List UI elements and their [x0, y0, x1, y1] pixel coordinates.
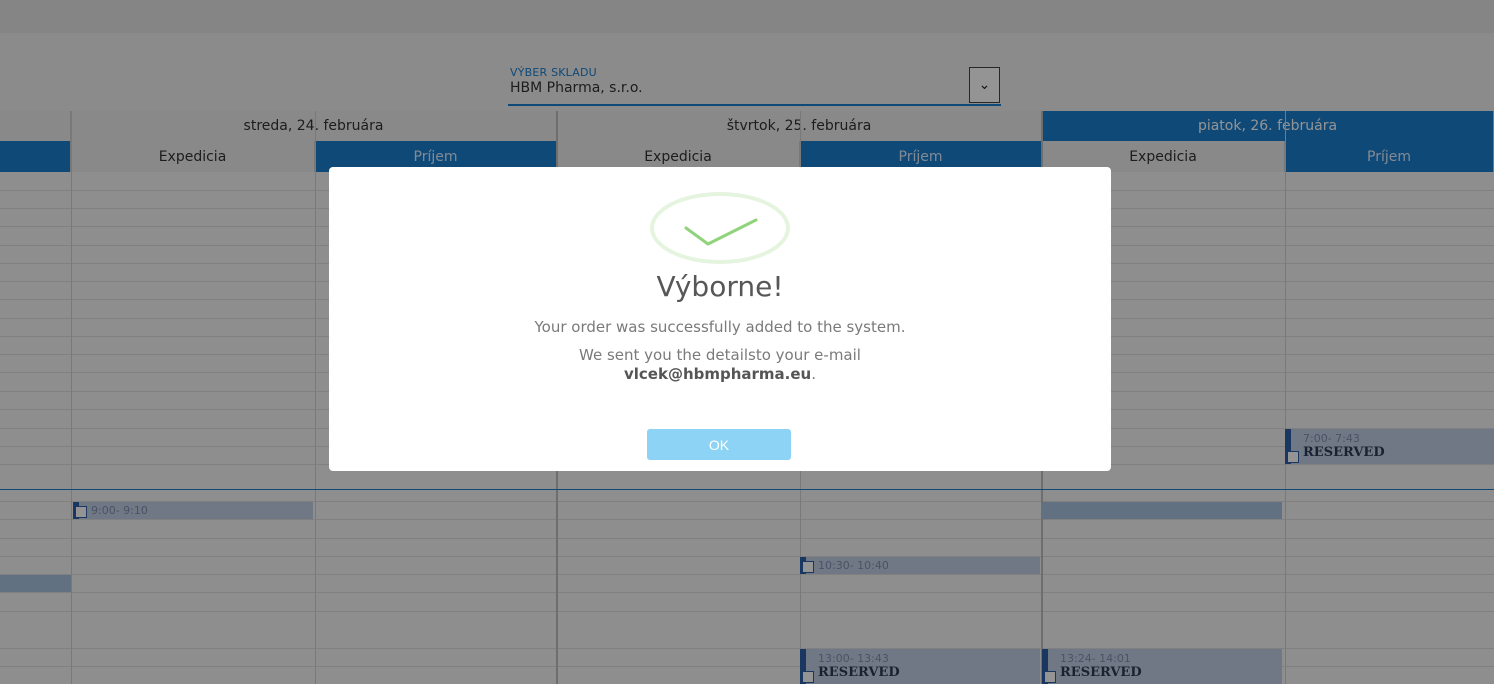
check-icon: [684, 218, 758, 246]
success-dialog: Výborne! Your order was successfully add…: [329, 167, 1111, 471]
dialog-email-suffix: .: [811, 365, 817, 383]
dialog-title: Výborne!: [656, 270, 784, 303]
dialog-email: vlcek@hbmpharma.eu: [623, 365, 812, 383]
ok-button[interactable]: OK: [647, 429, 791, 460]
dialog-message: Your order was successfully added to the…: [534, 318, 906, 336]
dialog-details: We sent you the detailsto your e-mail vl…: [329, 346, 1111, 384]
dialog-details-text: We sent you the detailsto your e-mail: [579, 346, 861, 364]
